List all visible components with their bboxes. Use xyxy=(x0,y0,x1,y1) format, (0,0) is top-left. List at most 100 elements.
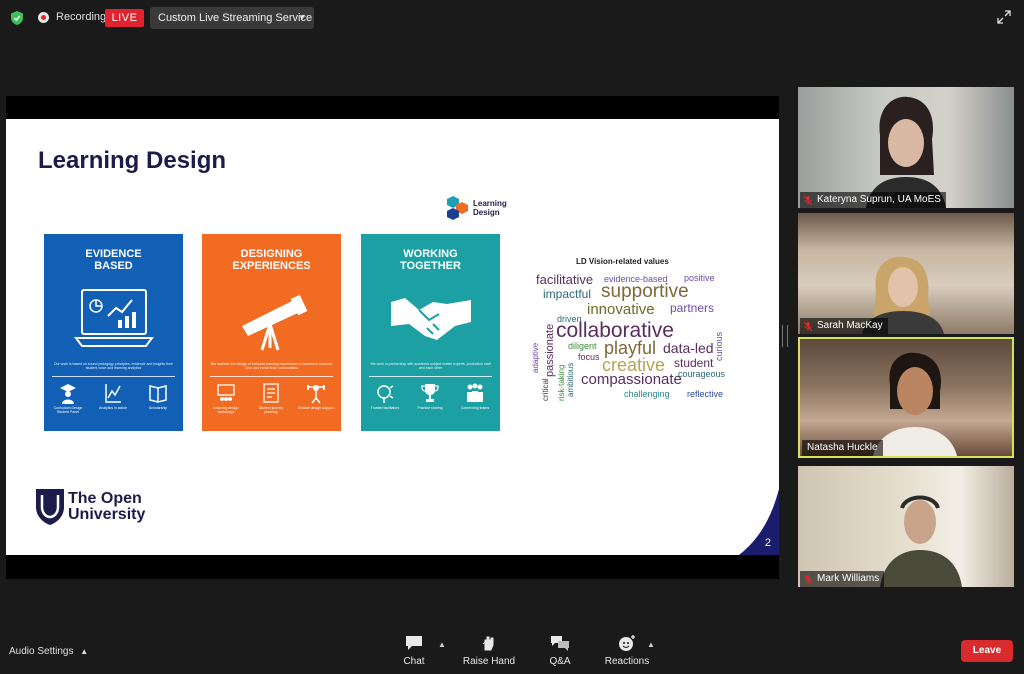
analytics-icon xyxy=(105,384,121,403)
laptop-chart-icon xyxy=(74,289,154,347)
security-shield-icon[interactable] xyxy=(11,11,23,25)
support-icon xyxy=(307,385,325,404)
sub-label: Module design support xyxy=(298,406,334,410)
participant-name: Mark Williams xyxy=(817,573,880,584)
panel-title-line2: TOGETHER xyxy=(400,260,461,272)
participant-name: Natasha Huckle xyxy=(807,442,878,453)
panel-title: EVIDENCE BASED xyxy=(44,248,183,272)
participant-video-tile[interactable]: Sarah MacKay xyxy=(798,213,1014,334)
word: critical xyxy=(541,378,550,401)
word: student xyxy=(674,356,714,370)
word: partners xyxy=(670,301,715,315)
participant-name-tag: Natasha Huckle xyxy=(802,440,883,456)
word: compassionate xyxy=(581,371,682,388)
sub-label: Practice sharing xyxy=(417,406,443,410)
chat-button[interactable]: Chat xyxy=(384,634,444,667)
chevron-down-icon: ▼ xyxy=(298,13,306,22)
sub-item: Analytics in action xyxy=(95,382,131,410)
muted-mic-icon xyxy=(804,322,812,331)
journey-icon xyxy=(263,383,279,403)
chat-icon xyxy=(406,636,422,650)
audio-settings-button[interactable]: Audio Settings ▲ xyxy=(9,646,88,657)
workshop-icon xyxy=(217,384,235,401)
presentation-slide: Learning Design Learning Design EVIDENCE… xyxy=(6,119,779,555)
word: curious xyxy=(714,331,724,361)
sub-item: Curriculum Design Student Panel xyxy=(50,382,86,414)
hexagon-logo-icon xyxy=(447,196,468,220)
shared-screen: Learning Design Learning Design EVIDENCE… xyxy=(6,96,779,579)
recording-icon xyxy=(38,12,49,23)
live-badge: LIVE xyxy=(105,9,144,27)
divider xyxy=(210,376,333,377)
sub-label: Connecting teams xyxy=(460,406,490,410)
university-shield-icon xyxy=(36,489,64,525)
slide-title: Learning Design xyxy=(38,147,227,174)
divider xyxy=(52,376,175,377)
audio-settings-label: Audio Settings xyxy=(9,646,74,657)
sub-label: Student journey planning xyxy=(258,406,284,414)
word: risk-taking xyxy=(557,364,566,401)
university-line-2: University xyxy=(68,506,146,523)
raise-hand-button[interactable]: Raise Hand xyxy=(459,634,519,667)
reactions-icon xyxy=(619,635,635,651)
word-cloud: LD Vision-related values facilitative ev… xyxy=(529,251,729,401)
panel-evidence-based: EVIDENCE BASED Our work is based on soun… xyxy=(44,234,183,431)
chat-label: Chat xyxy=(403,656,425,667)
streaming-service-label: Custom Live Streaming Service xyxy=(158,12,313,24)
reactions-button[interactable]: Reactions xyxy=(597,634,657,667)
participant-name-tag: Mark Williams xyxy=(800,571,885,587)
participant-name-tag: Kateryna Suprun, UA MoES xyxy=(800,192,946,208)
people-icon xyxy=(467,383,483,402)
chevron-up-icon: ▲ xyxy=(80,647,89,656)
participant-video-tile[interactable]: Mark Williams xyxy=(798,466,1014,587)
facilitation-icon xyxy=(377,385,394,403)
trophy-icon xyxy=(421,384,439,402)
reactions-options-chevron-icon[interactable]: ▲ xyxy=(647,640,655,649)
sub-label: Learning design workshops xyxy=(213,406,239,414)
slide-page-number: 2 xyxy=(764,537,771,549)
panel-description: We work in partnership with academic sub… xyxy=(370,362,491,370)
word-cloud-title: LD Vision-related values xyxy=(576,257,669,266)
participant-video-tile-active-speaker[interactable]: Natasha Huckle xyxy=(798,337,1014,458)
recording-label: Recording xyxy=(56,11,107,23)
panel-resize-handle[interactable] xyxy=(782,325,788,347)
telescope-icon xyxy=(242,294,308,351)
books-icon xyxy=(149,385,167,403)
panel-working-together: WORKING TOGETHER We work in partnership … xyxy=(361,234,500,431)
learning-design-logo: Learning Design xyxy=(444,195,524,221)
word: innovative xyxy=(587,301,655,318)
graduate-icon xyxy=(60,384,76,404)
panel-title: WORKING TOGETHER xyxy=(361,248,500,272)
leave-button[interactable]: Leave xyxy=(961,640,1013,662)
sub-item: Module design support xyxy=(298,382,334,410)
word: data-led xyxy=(663,340,714,356)
qa-button[interactable]: Q&A xyxy=(530,634,590,667)
panel-title-line1: EVIDENCE xyxy=(85,248,142,260)
handshake-icon xyxy=(391,298,471,340)
participant-video-tile[interactable]: Kateryna Suprun, UA MoES xyxy=(798,87,1014,208)
streaming-service-dropdown[interactable]: Custom Live Streaming Service ▼ xyxy=(150,7,314,29)
sub-item: Practice sharing xyxy=(412,382,448,410)
word: passionate xyxy=(544,323,556,377)
sub-label: Analytics in action xyxy=(98,406,127,410)
participant-name: Sarah MacKay xyxy=(817,320,883,331)
raise-hand-label: Raise Hand xyxy=(462,656,516,667)
qa-icon xyxy=(551,636,569,651)
corner-decoration xyxy=(739,489,779,555)
panel-title: DESIGNING EXPERIENCES xyxy=(202,248,341,272)
panel-title-line1: DESIGNING xyxy=(240,248,303,260)
sub-item: Learning design workshops xyxy=(208,382,244,414)
word: reflective xyxy=(687,389,724,399)
muted-mic-icon xyxy=(804,575,812,584)
panel-title-line2: EXPERIENCES xyxy=(232,260,311,272)
meeting-toolbar: Audio Settings ▲ Chat ▲ Raise Hand Q&A R… xyxy=(0,628,1024,674)
word: supportive xyxy=(601,281,689,302)
word: ambitious xyxy=(566,362,575,397)
chat-options-chevron-icon[interactable]: ▲ xyxy=(438,640,446,649)
word: impactful xyxy=(543,287,592,301)
reactions-label: Reactions xyxy=(604,656,650,667)
word: challenging xyxy=(624,389,670,399)
participant-name: Kateryna Suprun, UA MoES xyxy=(817,194,941,205)
divider xyxy=(369,376,492,377)
fullscreen-icon[interactable] xyxy=(997,10,1011,24)
